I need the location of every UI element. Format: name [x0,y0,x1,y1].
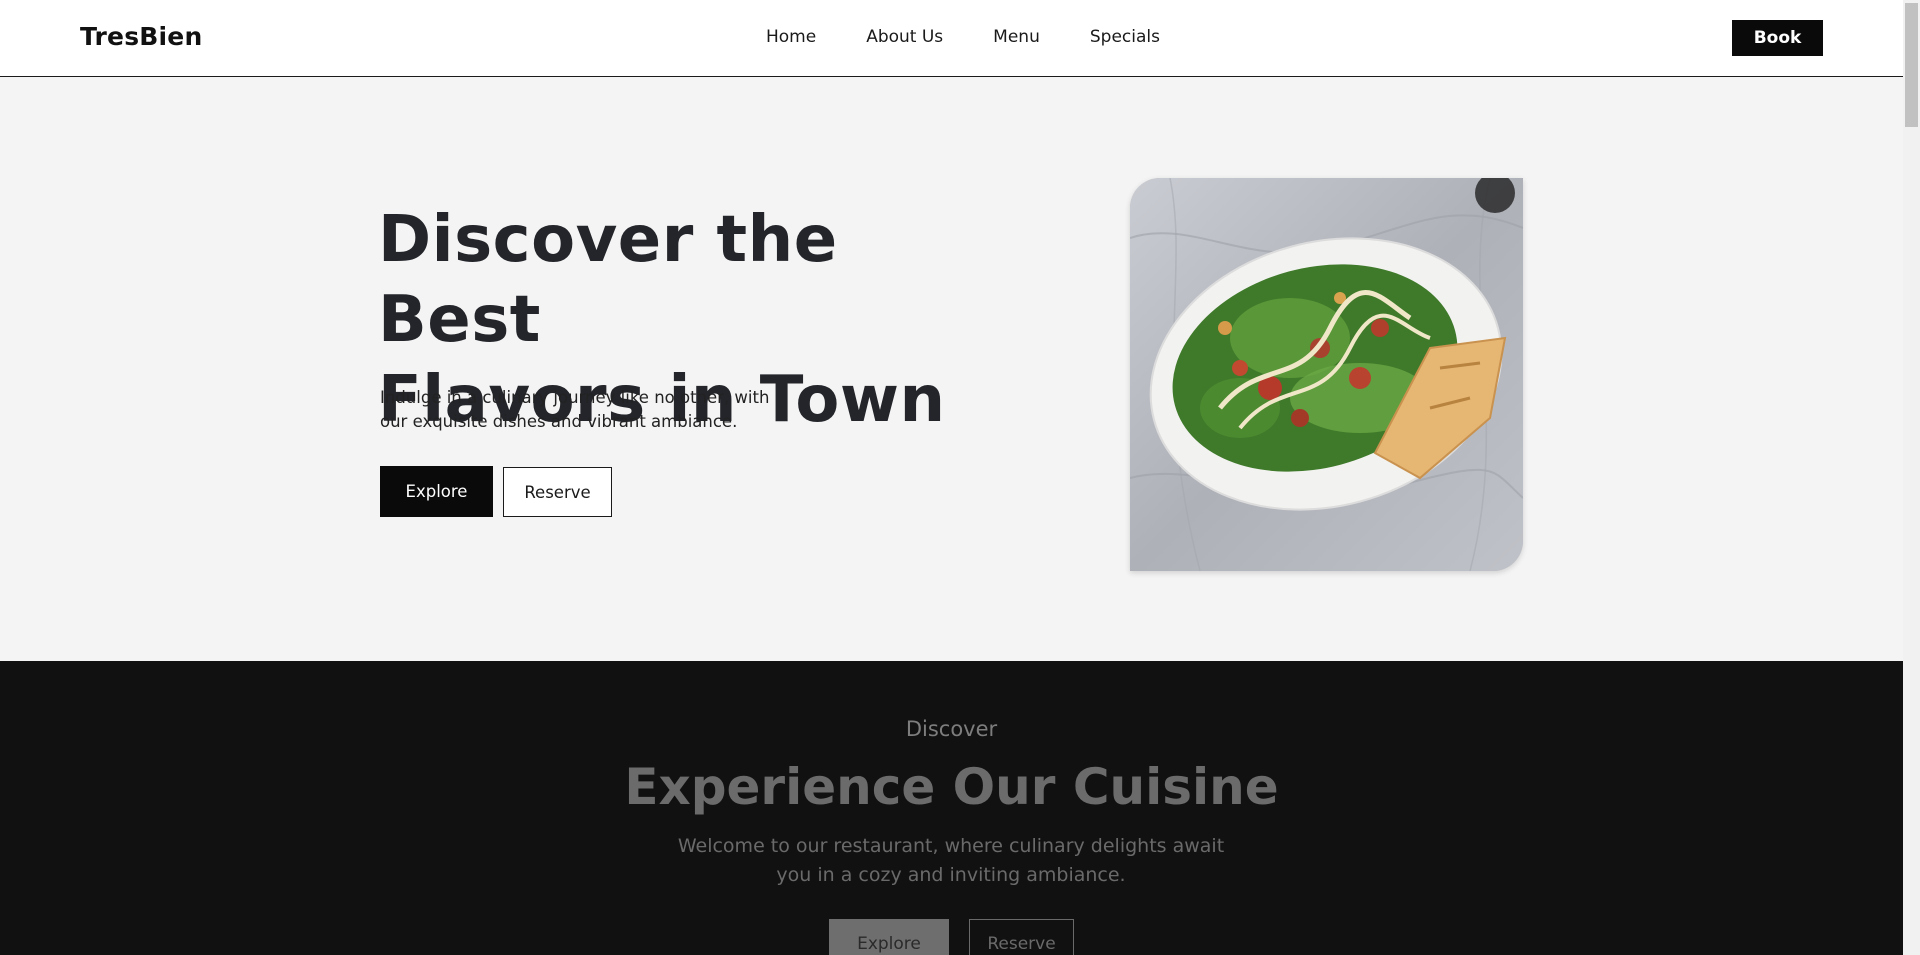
cuisine-section: Discover Experience Our Cuisine Welcome … [0,661,1903,955]
hero-explore-button[interactable]: Explore [380,466,493,517]
nav-about-us[interactable]: About Us [866,27,943,47]
scrollbar-thumb[interactable] [1905,3,1918,127]
hero-section: Discover the Best Flavors in Town Indulg… [0,77,1903,661]
hero-reserve-button[interactable]: Reserve [503,467,612,517]
hero-buttons: Explore Reserve [380,466,612,517]
book-button[interactable]: Book [1732,20,1823,56]
section-description-line1: Welcome to our restaurant, where culinar… [677,835,1225,857]
section-buttons: Explore Reserve [829,919,1074,955]
nav-menu[interactable]: Menu [993,27,1040,47]
hero-description-line2: our exquisite dishes and vibrant ambianc… [380,412,738,431]
main-nav: Home About Us Menu Specials [766,27,1160,47]
logo[interactable]: TresBien [80,22,202,51]
site-header: TresBien Home About Us Menu Specials Boo… [0,0,1903,77]
hero-title-line1: Discover the Best [378,203,838,357]
hero-description-line1: Indulge in a culinary journey like no ot… [380,388,770,407]
section-description: Welcome to our restaurant, where culinar… [651,832,1251,890]
section-title: Experience Our Cuisine [624,758,1279,816]
nav-specials[interactable]: Specials [1090,27,1160,47]
page: TresBien Home About Us Menu Specials Boo… [0,0,1903,955]
section-reserve-button[interactable]: Reserve [969,919,1074,955]
salad-plate-illustration [1130,178,1523,571]
vertical-scrollbar[interactable] [1903,0,1920,955]
nav-home[interactable]: Home [766,27,816,47]
section-explore-button[interactable]: Explore [829,919,949,955]
section-description-line2: you in a cozy and inviting ambiance. [776,864,1126,886]
section-kicker: Discover [905,717,998,741]
hero-description: Indulge in a culinary journey like no ot… [380,386,790,434]
hero-food-image [1130,178,1523,571]
